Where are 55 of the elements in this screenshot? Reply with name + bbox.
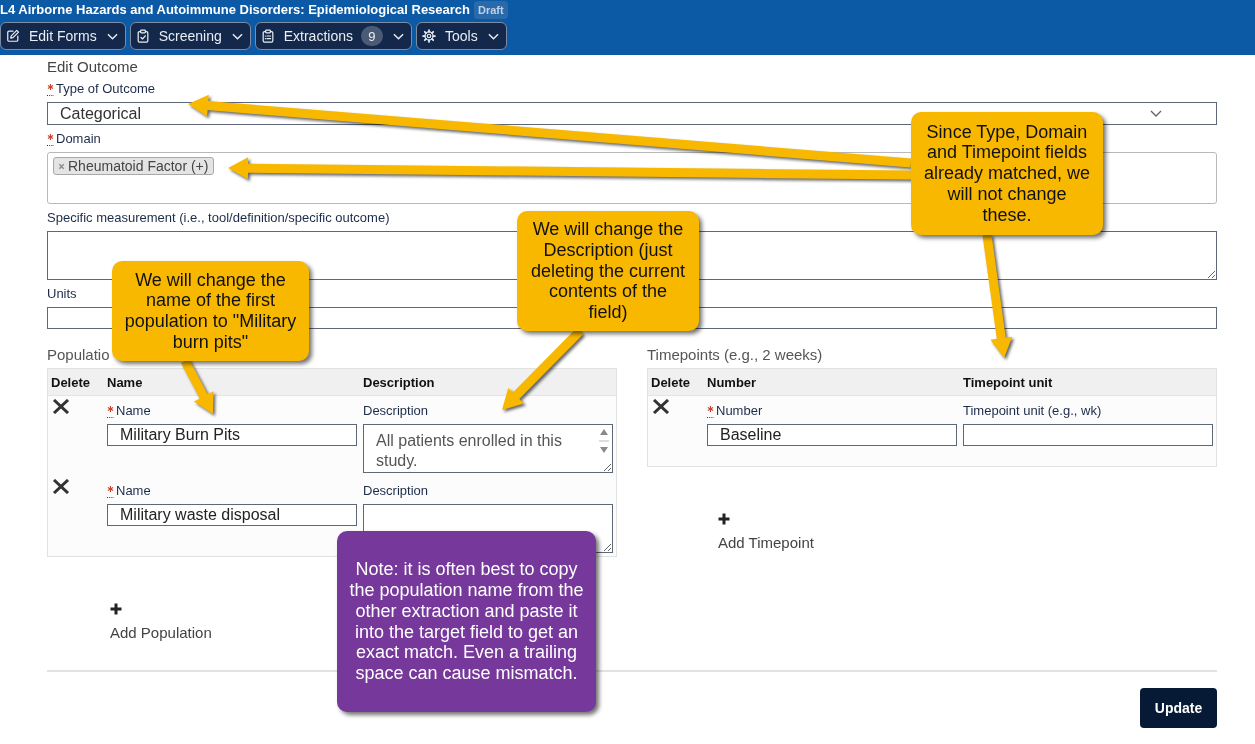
project-title: L4 Airborne Hazards and Autoimmune Disorders: Epidemiological Research: [0, 1, 471, 19]
plus-icon: [110, 603, 122, 615]
chevron-down-icon: [1150, 110, 1162, 117]
settings-icon: [422, 29, 436, 43]
domain-tag[interactable]: Rheumatoid Factor (+): [53, 157, 215, 175]
callout-arrow: [181, 358, 214, 414]
menu-button[interactable]: Tools: [416, 22, 507, 50]
column-header: Timepoint unit: [963, 374, 1053, 390]
add-population-button[interactable]: Add Population: [110, 603, 212, 641]
field-label: Timepoint unit (e.g., wk): [963, 403, 1102, 419]
field-label: Units: [47, 286, 77, 302]
field-label: Name: [116, 483, 151, 499]
callout-tooltip: Since Type, Domain and Timepoint fields already matched, we will not change these.: [911, 112, 1103, 235]
delete-icon[interactable]: [52, 479, 70, 494]
status-badge: Draft: [474, 1, 508, 19]
unit-field[interactable]: [963, 424, 1213, 446]
field-label: Description: [363, 403, 429, 419]
field-label: Specific measurement (i.e., tool/definition/specific outcome): [47, 210, 390, 226]
section-heading: Populatio: [47, 347, 110, 363]
section-heading: Timepoints (e.g., 2 weeks): [647, 347, 823, 363]
menu-button[interactable]: Screening: [129, 22, 251, 50]
field-label: Name: [116, 403, 151, 419]
field-label: Description: [363, 483, 429, 499]
clipboard-check-icon: [135, 29, 150, 43]
callout-tooltip: We will change the Description (just deleting the current contents of the field): [517, 211, 699, 331]
callout-tooltip: We will change the name of the first population to "Military burn pits": [112, 261, 309, 361]
column-header: Number: [707, 374, 757, 390]
field-label: Domain: [56, 131, 101, 147]
delete-icon[interactable]: [652, 399, 670, 414]
edit-icon: [6, 29, 20, 43]
chevron-down-icon: [393, 32, 404, 40]
delete-icon[interactable]: [52, 399, 70, 414]
number-field[interactable]: Baseline: [707, 424, 957, 446]
add-timepoint-button[interactable]: Add Timepoint: [718, 513, 814, 551]
field-label: Number: [716, 403, 763, 419]
chevron-down-icon: [487, 32, 499, 40]
column-header: Delete: [651, 374, 691, 390]
name-field[interactable]: Military Burn Pits: [107, 424, 357, 446]
count-badge: 9: [361, 26, 383, 46]
plus-icon: [718, 513, 730, 525]
chevron-down-icon: [231, 32, 243, 40]
callout-tooltip: Note: it is often best to copy the population name from the other extraction and paste it into the target field to get an exact match. Even a trailing space can cause mismatch.: [337, 531, 596, 712]
remove-icon[interactable]: [58, 162, 65, 170]
column-header: Name: [107, 374, 143, 390]
field-label: Type of Outcome: [56, 81, 155, 97]
menu-button[interactable]: Edit Forms: [0, 22, 126, 50]
update-button[interactable]: Update: [1140, 688, 1217, 728]
name-field[interactable]: Military waste disposal: [107, 504, 357, 526]
column-header: Description: [363, 374, 435, 390]
chevron-down-icon: [106, 32, 118, 40]
column-header: Delete: [51, 374, 91, 390]
clipboard-list-icon: [260, 29, 275, 43]
description-field[interactable]: All patients enrolled in this study.: [363, 424, 613, 473]
form-heading: Edit Outcome: [47, 58, 139, 75]
menu-button[interactable]: Extractions 9: [254, 22, 412, 50]
